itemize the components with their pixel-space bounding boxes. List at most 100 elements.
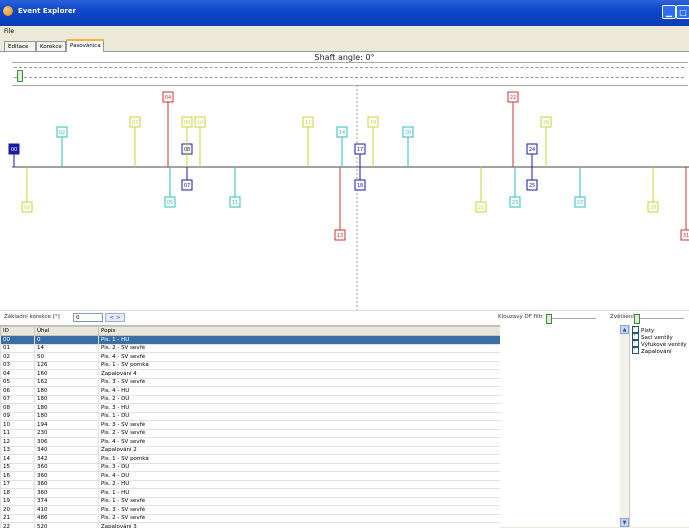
cell-description: Pis. 2 - SV sevřé — [99, 344, 501, 353]
cell-angle: 14 — [35, 344, 99, 353]
cell-angle: 194 — [35, 421, 99, 430]
event-label: 22 — [510, 95, 516, 101]
event-label: 14 — [339, 130, 345, 136]
table-row[interactable]: 12306Pis. 4 - SV sevřé — [1, 438, 501, 447]
cell-id: 12 — [1, 438, 35, 447]
cell-angle: 360 — [35, 489, 99, 498]
event-label: 11 — [232, 200, 238, 206]
window-title: Event Explorer — [18, 7, 76, 15]
table-row[interactable]: 04160Zapalování 4 — [1, 370, 501, 379]
event-label: 04 — [165, 95, 171, 101]
table-row[interactable]: 16360Pis. 4 - DU — [1, 472, 501, 481]
cell-description: Pis. 3 - SV sevřé — [99, 378, 501, 387]
cell-angle: 360 — [35, 472, 99, 481]
table-row[interactable]: 10194Pis. 3 - SV sevřé — [1, 421, 501, 430]
cell-id: 05 — [1, 378, 35, 387]
table-row[interactable]: 07180Pis. 2 - DU — [1, 395, 501, 404]
table-row[interactable]: 0114Pis. 2 - SV sevřé — [1, 344, 501, 353]
zoom-slider[interactable] — [634, 314, 640, 324]
event-label: 27 — [577, 200, 583, 206]
shaft-angle-label: Shaft angle: 0° — [0, 53, 689, 62]
app-icon — [3, 6, 13, 16]
cell-angle: 374 — [35, 497, 99, 506]
table-row[interactable]: 09180Pis. 1 - DU — [1, 412, 501, 421]
maximize-button[interactable]: □ — [676, 5, 689, 19]
sliding-filter-slider[interactable] — [546, 314, 552, 324]
sliding-filter-label: Klouzavý DF filtr — [498, 314, 543, 320]
angle-ruler — [12, 62, 688, 86]
table-row[interactable]: 0250Pis. 4 - SV sevřé — [1, 353, 501, 362]
cell-angle: 306 — [35, 438, 99, 447]
table-row[interactable]: 05162Pis. 3 - SV sevřé — [1, 378, 501, 387]
column-header-description[interactable]: Popis — [99, 327, 501, 336]
cell-id: 21 — [1, 514, 35, 523]
table-row[interactable]: 03126Pis. 1 - SV pomká — [1, 361, 501, 370]
event-label: 09 — [184, 120, 190, 126]
zoom-label: Zvětšení — [610, 314, 634, 320]
column-header-id[interactable]: ID — [1, 327, 35, 336]
column-header-angle[interactable]: Úhel — [35, 327, 99, 336]
cell-id: 02 — [1, 353, 35, 362]
table-row[interactable]: 13340Zapalování 2 — [1, 446, 501, 455]
table-row[interactable]: 19374Pis. 1 - SV sevřé — [1, 497, 501, 506]
cell-id: 14 — [1, 455, 35, 464]
filter-scrollbar[interactable]: ▲ ▼ — [620, 325, 630, 527]
cell-description: Pis. 1 - DU — [99, 412, 501, 421]
cell-description: Pis. 2 - SV sevřé — [99, 429, 501, 438]
table-row[interactable]: 06180Pis. 4 - HU — [1, 387, 501, 396]
table-row[interactable]: 08180Pis. 3 - HU — [1, 404, 501, 413]
table-row[interactable]: 14342Pis. 1 - SV pomká — [1, 455, 501, 464]
table-row[interactable]: 18360Pis. 1 - HU — [1, 489, 501, 498]
minimize-button[interactable]: ▁ — [662, 5, 676, 19]
correction-label: Základní korekce [°] — [4, 314, 60, 320]
table-row[interactable]: 000Pis. 1 - HU — [1, 336, 501, 345]
cell-id: 01 — [1, 344, 35, 353]
filter-exhaust-valves[interactable]: Výfukové ventily — [632, 341, 687, 348]
cell-description: Pis. 1 - SV pomká — [99, 361, 501, 370]
table-row[interactable]: 15360Pis. 3 - DU — [1, 463, 501, 472]
event-explorer-window: Event Explorer ▁ □ File Editace Korekce … — [0, 0, 689, 527]
filter-ignition[interactable]: Zapalování — [632, 348, 672, 355]
event-label: 00 — [11, 147, 17, 153]
cell-angle: 180 — [35, 412, 99, 421]
tab-editace[interactable]: Editace — [4, 41, 36, 51]
cell-id: 17 — [1, 480, 35, 489]
tab-korekce[interactable]: Korekce — [36, 41, 66, 51]
cell-id: 07 — [1, 395, 35, 404]
scroll-up-icon[interactable]: ▲ — [620, 325, 629, 334]
cell-id: 03 — [1, 361, 35, 370]
table-row[interactable]: 21486Pis. 2 - SV sevřé — [1, 514, 501, 523]
cell-id: 13 — [1, 446, 35, 455]
filter-panel — [620, 325, 689, 527]
title-bar: Event Explorer ▁ □ — [0, 0, 689, 26]
table-row[interactable]: 11230Pis. 2 - SV sevřé — [1, 429, 501, 438]
cell-id: 18 — [1, 489, 35, 498]
tab-pasovanica[interactable]: Pasovánica — [66, 39, 104, 52]
cell-angle: 180 — [35, 395, 99, 404]
scroll-down-icon[interactable]: ▼ — [620, 518, 629, 527]
table-row[interactable]: 22520Zapalování 3 — [1, 523, 501, 528]
checkbox-icon[interactable] — [632, 347, 639, 354]
zoom-track — [634, 318, 684, 319]
cell-id: 16 — [1, 472, 35, 481]
ruler-ticks-top — [14, 67, 684, 68]
table-row[interactable]: 20410Pis. 3 - SV sevřé — [1, 506, 501, 515]
cell-angle: 180 — [35, 404, 99, 413]
correction-spinner[interactable]: < > — [105, 313, 125, 322]
cell-angle: 342 — [35, 455, 99, 464]
menu-file[interactable]: File — [4, 28, 14, 35]
cell-description: Pis. 3 - DU — [99, 463, 501, 472]
cell-description: Pis. 3 - HU — [99, 404, 501, 413]
cell-angle: 180 — [35, 387, 99, 396]
cell-description: Pis. 4 - SV sevřé — [99, 438, 501, 447]
correction-input[interactable]: 0 — [73, 313, 103, 322]
cell-id: 20 — [1, 506, 35, 515]
table-row[interactable]: 17360Pis. 2 - HU — [1, 480, 501, 489]
cell-id: 09 — [1, 412, 35, 421]
shaft-angle-slider[interactable] — [17, 70, 23, 82]
table-body: 000Pis. 1 - HU0114Pis. 2 - SV sevřé0250P… — [1, 336, 501, 528]
cell-angle: 160 — [35, 370, 99, 379]
cell-id: 19 — [1, 497, 35, 506]
filter-ignition-label: Zapalování — [641, 349, 672, 355]
event-label: 19 — [370, 120, 376, 126]
